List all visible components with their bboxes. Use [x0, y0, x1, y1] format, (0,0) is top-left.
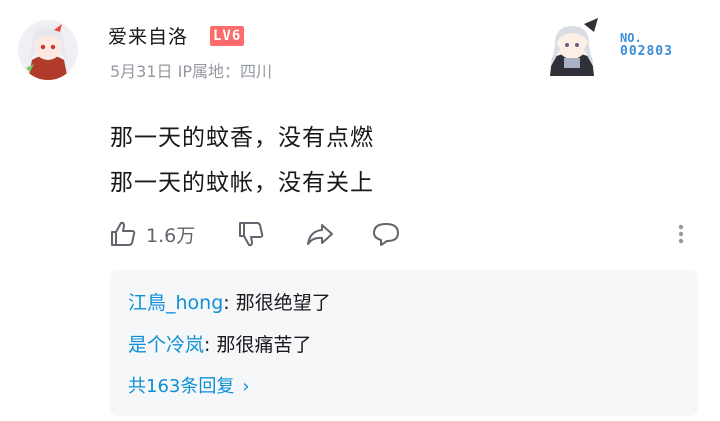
view-all-replies-link[interactable]: 共163条回复 ›: [128, 372, 250, 398]
avatar[interactable]: [18, 20, 78, 80]
total-replies-label: 共163条回复: [128, 376, 235, 397]
reply-item[interactable]: 江鳥_hong: 那很绝望了: [128, 288, 331, 315]
comment-meta: 5月31日 IP属地：四川: [110, 58, 272, 82]
fan-badge[interactable]: NO. 002803: [538, 14, 688, 76]
level-badge: LV6: [210, 26, 245, 46]
more-vertical-icon: [678, 224, 684, 244]
thumbs-down-icon: [239, 222, 264, 247]
fan-badge-character-icon: [550, 18, 598, 76]
reply-button[interactable]: [370, 216, 402, 252]
like-button[interactable]: 1.6万: [108, 216, 195, 252]
reply-text: : 那很痛苦了: [204, 334, 312, 356]
reply-username[interactable]: 是个冷岚: [128, 334, 204, 356]
chevron-right-icon: ›: [242, 376, 250, 397]
comment-text-line: 那一天的蚊香，没有点燃: [110, 125, 374, 151]
like-count: 1.6万: [146, 224, 196, 247]
username[interactable]: 爱来自洛: [108, 22, 188, 49]
avatar-image: [18, 20, 78, 80]
fan-badge-serial: 002803: [620, 44, 673, 59]
comment-text-line: 那一天的蚊帐，没有关上: [110, 170, 374, 196]
share-arrow-icon: [307, 224, 333, 245]
replies-preview: 江鳥_hong: 那很绝望了 是个冷岚: 那很痛苦了 共163条回复 ›: [110, 270, 698, 416]
comment-date: 5月31日: [110, 62, 173, 81]
reply-item[interactable]: 是个冷岚: 那很痛苦了: [128, 330, 311, 357]
share-button[interactable]: [304, 216, 336, 252]
reply-text: : 那很绝望了: [223, 292, 331, 314]
comment-card: 爱来自洛 LV6 5月31日 IP属地：四川 NO. 002803 那一天的蚊香…: [0, 0, 720, 421]
thumbs-up-icon: [111, 221, 136, 246]
comment-bubble-icon: [373, 223, 399, 246]
action-bar: 1.6万: [108, 216, 708, 252]
reply-username[interactable]: 江鳥_hong: [128, 292, 223, 314]
ip-location: IP属地：四川: [177, 62, 273, 81]
dislike-button[interactable]: [236, 216, 266, 252]
fan-badge-number: NO. 002803: [620, 32, 673, 59]
more-options-button[interactable]: [674, 216, 688, 252]
